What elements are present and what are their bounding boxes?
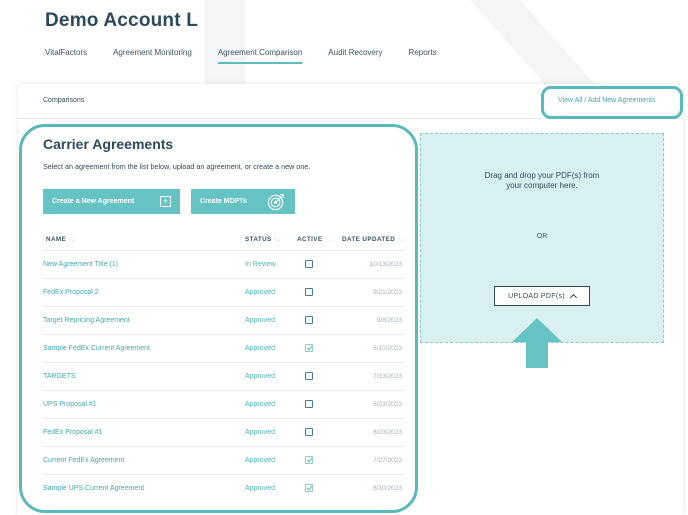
agreement-name-link[interactable]: UPS Proposal #1 bbox=[43, 401, 97, 408]
target-icon bbox=[267, 193, 285, 211]
agreement-name-link[interactable]: TARGETS bbox=[43, 373, 76, 380]
agreement-name-link[interactable]: Sample UPS Current Agreement bbox=[43, 485, 144, 492]
section-subtitle: Select an agreement from the list below,… bbox=[43, 162, 311, 171]
date-updated: 6/10/2023 bbox=[373, 485, 402, 492]
active-checkbox[interactable] bbox=[305, 288, 313, 296]
active-checkbox[interactable] bbox=[305, 316, 313, 324]
status-text: Approved bbox=[245, 317, 275, 324]
header-status-label: STATUS bbox=[245, 236, 272, 243]
dropzone-line-2: your computer here. bbox=[506, 181, 578, 190]
status-text: In Review bbox=[245, 261, 276, 268]
table-row[interactable]: TARGETS Approved 7/13/2023 bbox=[43, 363, 404, 391]
chevron-up-icon bbox=[569, 293, 577, 302]
date-updated: 7/13/2023 bbox=[373, 373, 402, 380]
dropzone-instructions: Drag and drop your PDF(s) from your comp… bbox=[420, 171, 664, 191]
active-checkbox[interactable] bbox=[305, 400, 313, 408]
status-text: Approved bbox=[245, 457, 275, 464]
agreement-name-link[interactable]: New Agreement Title (1) bbox=[43, 261, 118, 268]
or-separator: OR bbox=[536, 233, 548, 240]
active-checkbox[interactable] bbox=[305, 372, 313, 380]
agreement-name-link[interactable]: Target Repricing Agreement bbox=[43, 317, 130, 324]
tab-vitalfactors[interactable]: VitalFactors bbox=[45, 48, 87, 64]
tab-reports[interactable]: Reports bbox=[409, 48, 437, 64]
header-active[interactable]: ACTIVE ↑↓ bbox=[297, 236, 332, 243]
header-date-updated[interactable]: DATE UPDATED ↑↓ bbox=[342, 236, 404, 243]
sort-icon: ↑↓ bbox=[273, 236, 281, 243]
status-text: Approved bbox=[245, 373, 275, 380]
agreement-name-link[interactable]: FedEx Proposal 2 bbox=[43, 289, 99, 296]
date-updated: 9/21/2023 bbox=[373, 289, 402, 296]
create-mdpts-button[interactable]: Create MDPTs bbox=[191, 189, 295, 214]
table-row[interactable]: FedEx Proposal #1 Approved 6/23/2023 bbox=[43, 419, 404, 447]
breadcrumb: Comparisons bbox=[43, 97, 85, 104]
status-text: Approved bbox=[245, 289, 275, 296]
upload-pdf-button[interactable]: UPLOAD PDF(s) bbox=[494, 286, 590, 306]
dropzone-line-1: Drag and drop your PDF(s) from bbox=[484, 171, 600, 180]
main-nav: VitalFactors Agreement Monitoring Agreem… bbox=[45, 48, 463, 64]
header-name[interactable]: NAME ↑↓ bbox=[46, 236, 75, 243]
table-row[interactable]: FedEx Proposal 2 Approved 9/21/2023 bbox=[43, 279, 404, 307]
up-arrow-icon bbox=[512, 318, 562, 368]
status-text: Approved bbox=[245, 345, 275, 352]
header-status[interactable]: STATUS ↑↓ bbox=[245, 236, 281, 243]
date-updated: 6/23/2023 bbox=[373, 429, 402, 436]
sort-icon: ↑↓ bbox=[324, 236, 332, 243]
table-row[interactable]: Sample UPS Current Agreement Approved 6/… bbox=[43, 475, 404, 503]
sort-icon: ↑↓ bbox=[68, 236, 76, 243]
date-updated: 6/10/2023 bbox=[373, 345, 402, 352]
table-row[interactable]: UPS Proposal #1 Approved 6/23/2023 bbox=[43, 391, 404, 419]
create-agreement-button[interactable]: Create a New Agreement + bbox=[43, 189, 180, 214]
tab-agreement-monitoring[interactable]: Agreement Monitoring bbox=[113, 48, 192, 64]
table-row[interactable]: Current FedEx Agreement Approved 7/27/20… bbox=[43, 447, 404, 475]
date-updated: 9/8/2023 bbox=[376, 317, 402, 324]
upload-pdf-label: UPLOAD PDF(s) bbox=[508, 292, 565, 300]
table-row[interactable]: Sample FedEx Current Agreement Approved … bbox=[43, 335, 404, 363]
create-mdpts-label: Create MDPTs bbox=[200, 198, 247, 205]
date-updated: 6/23/2023 bbox=[373, 401, 402, 408]
create-agreement-label: Create a New Agreement bbox=[52, 198, 135, 205]
account-title: Demo Account L bbox=[45, 10, 199, 31]
status-text: Approved bbox=[245, 429, 275, 436]
agreement-name-link[interactable]: Sample FedEx Current Agreement bbox=[43, 345, 150, 352]
agreement-name-link[interactable]: FedEx Proposal #1 bbox=[43, 429, 103, 436]
status-text: Approved bbox=[245, 485, 275, 492]
tab-audit-recovery[interactable]: Audit Recovery bbox=[328, 48, 382, 64]
active-checkbox[interactable] bbox=[305, 344, 313, 352]
active-checkbox[interactable] bbox=[305, 260, 313, 268]
active-checkbox[interactable] bbox=[305, 484, 313, 492]
plus-icon: + bbox=[160, 196, 171, 207]
table-row[interactable]: Target Repricing Agreement Approved 9/8/… bbox=[43, 307, 404, 335]
tab-agreement-comparison[interactable]: Agreement Comparison bbox=[217, 48, 303, 64]
date-updated: 10/13/2023 bbox=[369, 261, 402, 268]
header-active-label: ACTIVE bbox=[297, 236, 323, 243]
sort-icon: ↑↓ bbox=[397, 236, 405, 243]
section-title: Carrier Agreements bbox=[43, 136, 174, 152]
view-all-link[interactable]: View All / Add New Agreements bbox=[558, 97, 656, 104]
table-row[interactable]: New Agreement Title (1) In Review 10/13/… bbox=[43, 251, 404, 279]
active-checkbox[interactable] bbox=[305, 428, 313, 436]
header-name-label: NAME bbox=[46, 236, 67, 243]
status-text: Approved bbox=[245, 401, 275, 408]
header-date-label: DATE UPDATED bbox=[342, 236, 396, 243]
agreement-name-link[interactable]: Current FedEx Agreement bbox=[43, 457, 124, 464]
active-checkbox[interactable] bbox=[305, 456, 313, 464]
date-updated: 7/27/2023 bbox=[373, 457, 402, 464]
